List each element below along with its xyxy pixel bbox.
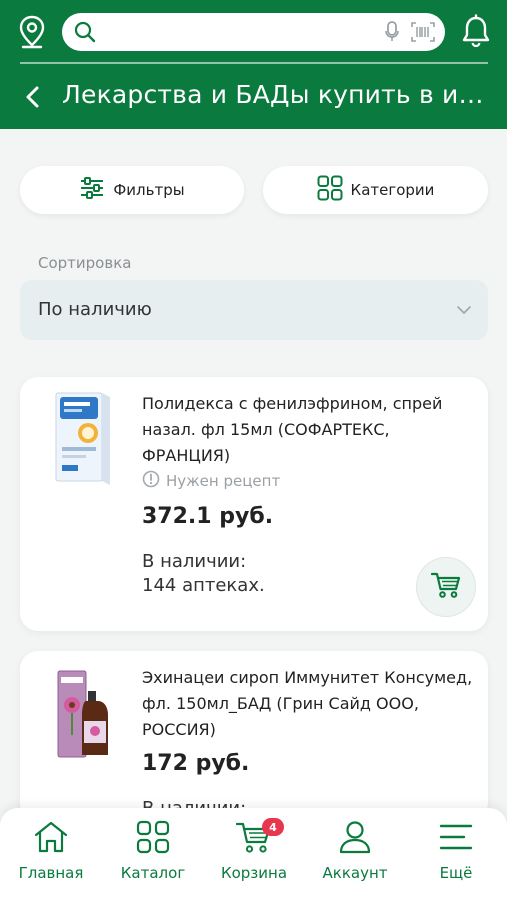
nav-catalog-label: Каталог [120, 864, 186, 882]
user-icon [338, 820, 372, 858]
prescription-note: Нужен рецепт [142, 470, 280, 492]
barcode-scanner-icon[interactable] [411, 22, 435, 46]
nav-account-label: Аккаунт [322, 864, 388, 882]
nav-account[interactable]: Аккаунт [305, 820, 405, 882]
stock-value: 144 аптеках. [142, 575, 265, 596]
page-title: Лекарства и БАДы купить в интернет-аптек… [62, 80, 494, 109]
search-icon [74, 21, 96, 47]
info-circle-icon [142, 470, 160, 492]
header-divider [20, 62, 488, 64]
product-name[interactable]: Полидекса с фенилэфрином, спрей назал. ф… [142, 391, 482, 469]
filters-button[interactable]: Фильтры [20, 166, 244, 214]
nav-home[interactable]: Главная [1, 820, 101, 882]
bottom-navigation: Главная Каталог 4 Корзина Аккаунт Ещё [0, 808, 507, 900]
location-pin-icon[interactable] [17, 14, 47, 50]
home-icon [33, 820, 69, 858]
nav-cart[interactable]: 4 Корзина [204, 818, 304, 882]
cart-count-badge: 4 [262, 818, 284, 836]
menu-icon [438, 820, 474, 858]
search-input[interactable] [108, 19, 378, 45]
product-price: 372.1 руб. [142, 504, 274, 529]
app-header: Лекарства и БАДы купить в интернет-аптек… [0, 0, 507, 129]
bell-icon[interactable] [460, 14, 492, 48]
nav-more-label: Ещё [439, 864, 473, 882]
sort-dropdown[interactable]: По наличию [20, 280, 488, 340]
sliders-icon [79, 176, 105, 204]
nav-more[interactable]: Ещё [406, 820, 506, 882]
search-bar[interactable] [62, 13, 445, 51]
product-card[interactable]: Эхинацеи сироп Иммунитет Консумед, фл. 1… [20, 651, 488, 821]
sort-value: По наличию [38, 299, 152, 320]
product-name[interactable]: Эхинацеи сироп Иммунитет Консумед, фл. 1… [142, 665, 482, 743]
filters-label: Фильтры [113, 181, 185, 199]
add-to-cart-button[interactable] [416, 557, 476, 617]
cart-icon [430, 571, 461, 603]
categories-button[interactable]: Категории [263, 166, 488, 214]
microphone-icon[interactable] [385, 21, 399, 47]
sort-label: Сортировка [38, 254, 132, 272]
nav-home-label: Главная [18, 864, 84, 882]
product-image-polydexa[interactable] [50, 389, 116, 491]
stock-label: В наличии: [142, 551, 247, 572]
nav-cart-label: Корзина [220, 864, 288, 882]
nav-catalog[interactable]: Каталог [103, 820, 203, 882]
grid-icon [317, 175, 343, 205]
grid-icon [136, 820, 170, 858]
categories-label: Категории [350, 181, 435, 199]
back-arrow-icon[interactable] [20, 83, 44, 111]
prescription-text: Нужен рецепт [166, 472, 281, 490]
product-price: 172 руб. [142, 751, 250, 776]
chevron-down-icon [456, 302, 472, 322]
product-image-echinacea[interactable] [54, 665, 116, 765]
product-card[interactable]: Полидекса с фенилэфрином, спрей назал. ф… [20, 377, 488, 631]
